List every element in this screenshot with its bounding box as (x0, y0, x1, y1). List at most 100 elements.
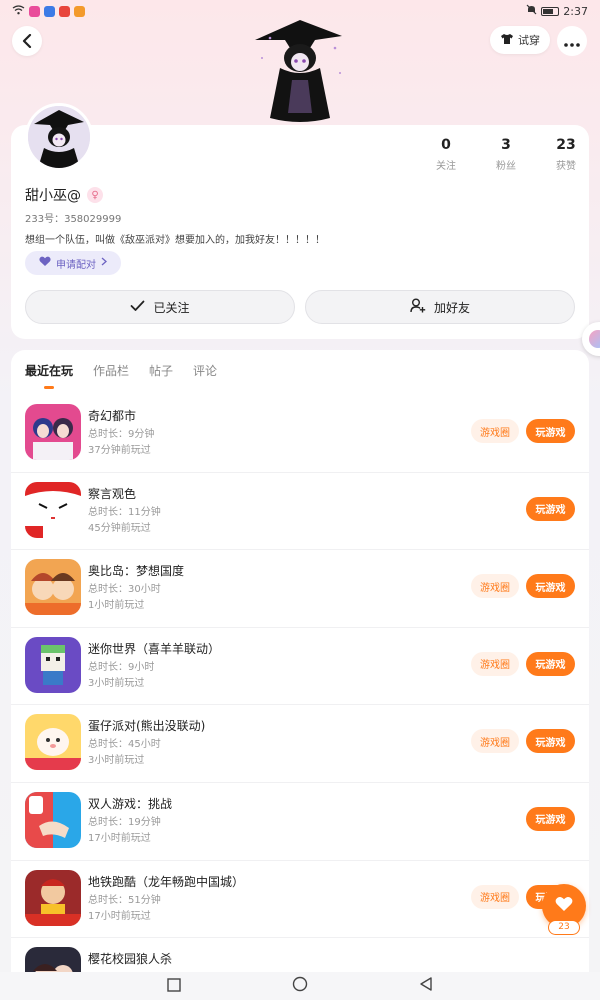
game-icon (25, 869, 81, 926)
game-duration: 总时长：30小时 (88, 584, 161, 596)
stat-likes[interactable]: 23 获赞 (536, 137, 596, 172)
play-game-button[interactable]: 玩游戏 (526, 729, 575, 754)
female-gender-icon: ♀ (87, 187, 103, 203)
game-row[interactable]: 察言观色 总时长：11分钟 45分钟前玩过 玩游戏 (11, 473, 589, 551)
wifi-icon (12, 4, 25, 18)
notification-app-icon (74, 5, 85, 17)
game-last-played: 17小时前玩过 (88, 832, 151, 844)
game-circle-button[interactable]: 游戏圈 (471, 651, 519, 676)
status-right: 2:37 (526, 4, 588, 18)
stat-label: 粉丝 (496, 161, 516, 172)
tab-posts[interactable]: 帖子 (149, 362, 173, 389)
game-name: 地铁跑酷（龙年畅跑中国城） (88, 874, 245, 889)
apply-pair-label: 申请配对 (56, 259, 96, 271)
tab-recently-played[interactable]: 最近在玩 (25, 362, 73, 389)
stat-fans[interactable]: 3 粉丝 (476, 137, 536, 172)
game-circle-button[interactable]: 游戏圈 (471, 729, 519, 754)
followed-button[interactable]: 已关注 (25, 290, 295, 324)
game-circle-button[interactable]: 游戏圈 (471, 574, 519, 599)
recent-apps-button[interactable] (166, 977, 182, 994)
game-last-played: 3小时前玩过 (88, 677, 145, 689)
content-card: 最近在玩 作品栏 帖子 评论 奇幻都市 总时长：9分钟 37分钟前玩过 游戏圈 … (11, 350, 589, 990)
profile-card: 0 关注 3 粉丝 23 获赞 甜小巫@ ♀ 233号：358029999 想组… (11, 103, 589, 339)
add-friend-button[interactable]: 加好友 (305, 290, 575, 324)
game-last-played: 1小时前玩过 (88, 600, 145, 612)
game-last-played: 3小时前玩过 (88, 755, 145, 767)
notification-app-icon (44, 5, 55, 17)
nav-back-button[interactable] (418, 976, 434, 996)
status-left (12, 4, 85, 18)
play-game-button[interactable]: 玩游戏 (526, 806, 575, 831)
home-button[interactable] (292, 976, 308, 996)
play-game-button[interactable]: 玩游戏 (526, 651, 575, 676)
try-on-button[interactable]: 试穿 (490, 26, 550, 54)
game-name: 迷你世界（喜羊羊联动） (88, 641, 221, 656)
game-duration: 总时长：19分钟 (88, 816, 161, 828)
chevron-right-icon (101, 257, 107, 269)
tab-comments[interactable]: 评论 (193, 362, 217, 389)
game-icon (25, 404, 81, 460)
game-row[interactable]: 地铁跑酷（龙年畅跑中国城） 总时长：51分钟 17小时前玩过 游戏圈 玩游戏 (11, 861, 589, 939)
game-icon (25, 714, 81, 771)
play-game-button[interactable]: 玩游戏 (526, 574, 575, 599)
game-row[interactable]: 迷你世界（喜羊羊联动） 总时长：9小时 3小时前玩过 游戏圈 玩游戏 (11, 628, 589, 706)
play-game-button[interactable]: 玩游戏 (526, 496, 575, 521)
game-name: 蛋仔派对(熊出没联动) (88, 719, 206, 734)
stat-label: 获赞 (556, 161, 576, 172)
triangle-back-icon (419, 976, 433, 996)
like-count: 23 (548, 920, 580, 935)
battery-icon (541, 6, 560, 16)
play-game-button[interactable]: 玩游戏 (526, 419, 575, 443)
stat-value: 0 (441, 137, 451, 153)
game-last-played: 45分钟前玩过 (88, 522, 151, 534)
nickname: 甜小巫@ (25, 188, 81, 204)
game-duration: 总时长：45小时 (88, 739, 161, 751)
mute-icon (526, 4, 537, 18)
game-duration: 总时长：51分钟 (88, 894, 161, 906)
game-circle-button[interactable]: 游戏圈 (471, 419, 519, 443)
game-icon (25, 481, 81, 538)
stat-value: 3 (501, 137, 511, 153)
apply-pair-button[interactable]: 申请配对 (25, 251, 121, 275)
game-last-played: 37分钟前玩过 (88, 445, 151, 456)
profile-tabs: 最近在玩 作品栏 帖子 评论 (25, 362, 217, 389)
heart-icon (555, 896, 573, 917)
system-nav-bar (0, 972, 600, 1000)
back-button[interactable] (12, 26, 42, 56)
status-time: 2:37 (563, 4, 588, 18)
stat-following[interactable]: 0 关注 (416, 137, 476, 172)
character-figure-image (250, 18, 350, 126)
try-on-label: 试穿 (518, 34, 540, 47)
game-icon (25, 636, 81, 693)
game-row[interactable]: 蛋仔派对(熊出没联动) 总时长：45小时 3小时前玩过 游戏圈 玩游戏 (11, 705, 589, 783)
add-friend-label: 加好友 (433, 300, 470, 315)
game-row[interactable]: 奥比岛：梦想国度 总时长：30小时 1小时前玩过 游戏圈 玩游戏 (11, 550, 589, 628)
game-name: 察言观色 (88, 486, 137, 501)
back-arrow-icon (21, 29, 33, 53)
game-duration: 总时长：9小时 (88, 661, 155, 673)
circle-icon (292, 976, 308, 996)
avatar[interactable] (25, 103, 93, 171)
bio: 想组一个队伍，叫做《敌巫派对》想要加入的，加我好友！！！！！ (25, 235, 325, 246)
game-list: 奇幻都市 总时长：9分钟 37分钟前玩过 游戏圈 玩游戏 察言观色 总时长：11… (11, 395, 589, 990)
shirt-icon (500, 33, 514, 48)
add-user-icon (410, 298, 426, 316)
check-icon (130, 300, 145, 315)
game-row[interactable]: 奇幻都市 总时长：9分钟 37分钟前玩过 游戏圈 玩游戏 (11, 395, 589, 473)
notification-app-icon (29, 5, 40, 17)
game-circle-button[interactable]: 游戏圈 (471, 884, 519, 909)
stat-value: 23 (556, 137, 576, 153)
user-id: 233号：358029999 (25, 214, 122, 225)
game-name: 奥比岛：梦想国度 (88, 564, 185, 579)
tab-works[interactable]: 作品栏 (93, 362, 129, 389)
game-name: 双人游戏：挑战 (88, 796, 173, 811)
nickname-row: 甜小巫@ ♀ (25, 185, 103, 205)
game-last-played: 17小时前玩过 (88, 910, 151, 922)
game-row[interactable]: 双人游戏：挑战 总时长：19分钟 17小时前玩过 玩游戏 (11, 783, 589, 861)
game-duration: 总时长：11分钟 (88, 506, 161, 518)
stat-label: 关注 (436, 161, 456, 172)
more-options-button[interactable] (557, 26, 587, 56)
heart-icon (39, 256, 51, 270)
notification-app-icon (59, 5, 70, 17)
game-icon (25, 791, 81, 848)
